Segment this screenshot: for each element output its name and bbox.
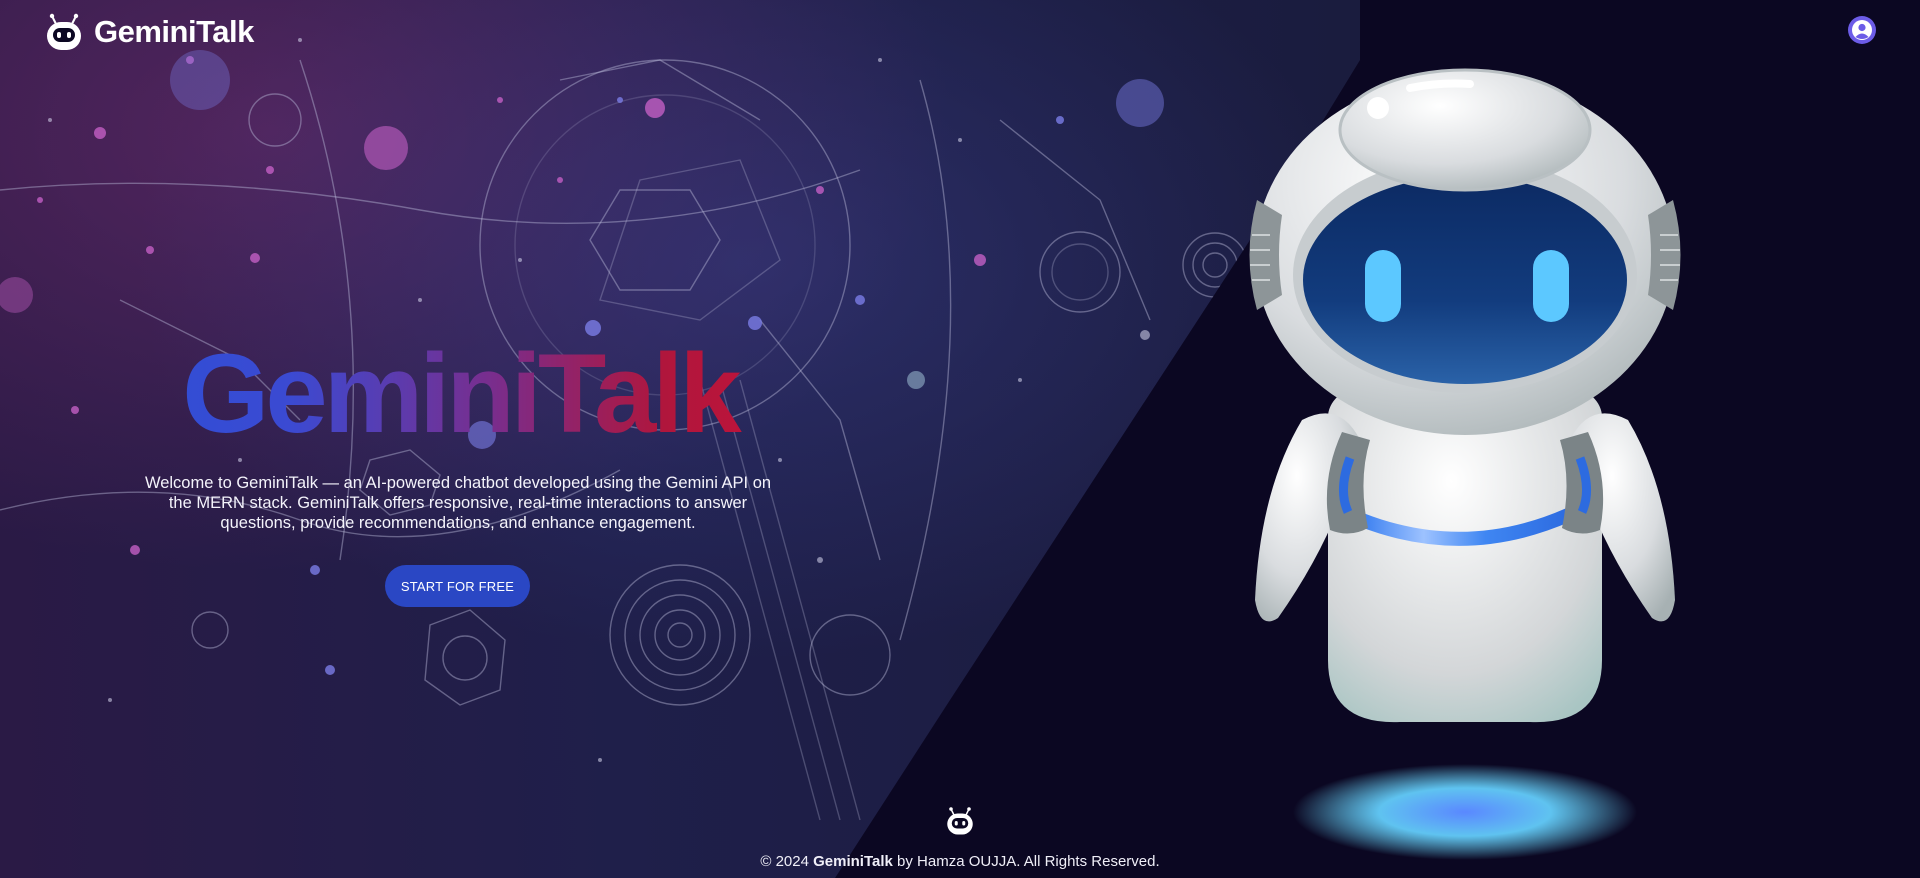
footer-prefix: © 2024 (760, 853, 814, 870)
footer-copyright: © 2024 GeminiTalk by Hamza OUJJA. All Ri… (0, 853, 1920, 870)
start-for-free-button[interactable]: START FOR FREE (385, 565, 530, 607)
robot-head-icon (47, 13, 81, 50)
robot-illustration (1249, 68, 1681, 860)
hero-title: GeminiTalk (120, 332, 800, 456)
hero-description: Welcome to GeminiTalk — an AI-powered ch… (144, 474, 772, 532)
footer-suffix: by Hamza OUJJA. All Rights Reserved. (892, 853, 1160, 870)
top-header: GeminiTalk (0, 0, 1920, 64)
footer-brand: GeminiTalk (813, 853, 893, 870)
landing-page: GeminiTalk GeminiTalk Welcome to GeminiT… (0, 0, 1920, 878)
user-avatar-icon (1849, 17, 1875, 43)
brand-link[interactable]: GeminiTalk (44, 12, 254, 52)
brand-name: GeminiTalk (94, 14, 254, 49)
footer-robot-head-icon (947, 807, 973, 835)
user-avatar-button[interactable] (1848, 16, 1876, 44)
